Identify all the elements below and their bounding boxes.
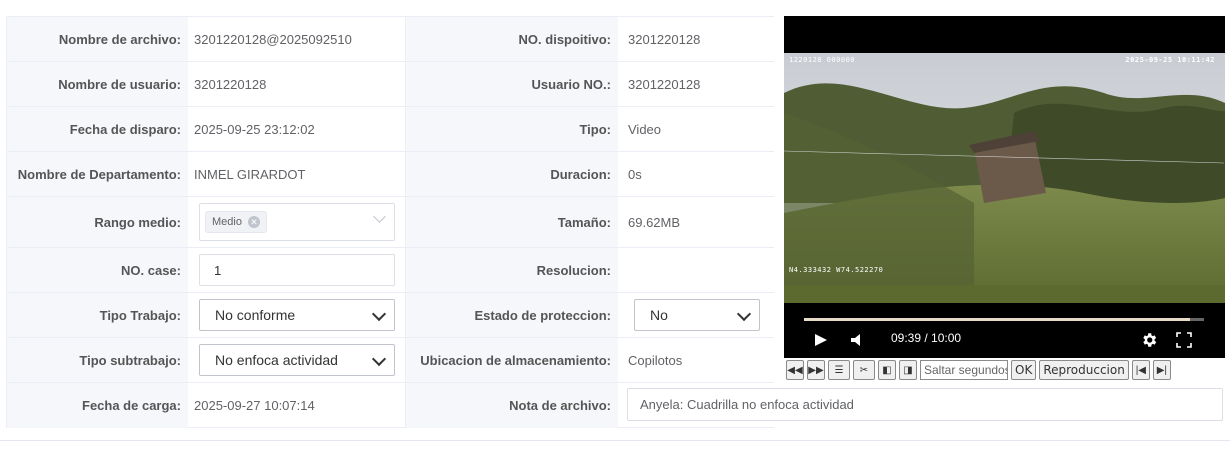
label-file-note: Nota de archivo: — [406, 383, 618, 428]
detail-row: NO. case: 1 Resolucion: — [7, 248, 774, 293]
value-trigger-date: 2025-09-25 23:12:02 — [188, 107, 406, 151]
detail-row: Tipo subtrabajo: No enfoca actividad Ubi… — [7, 338, 774, 383]
fast-forward-icon[interactable]: ▶▶ — [807, 360, 825, 380]
medium-range-tag: Medio ✕ — [205, 211, 267, 233]
case-no-input[interactable]: 1 — [199, 254, 395, 286]
detail-row: Nombre de Departamento: INMEL GIRARDOT D… — [7, 152, 774, 197]
value-upload-date: 2025-09-27 10:07:14 — [188, 383, 406, 428]
value-type: Video — [628, 121, 662, 137]
label-resolution: Resolucion: — [406, 248, 618, 292]
work-type-value: No conforme — [215, 307, 296, 323]
work-subtype-cell: No enfoca actividad — [188, 338, 406, 382]
play-icon[interactable] — [814, 333, 828, 347]
osd-coordinates: N4.333432 W74.522270 — [789, 266, 884, 274]
detail-row: Fecha de disparo: 2025-09-25 23:12:02 Ti… — [7, 107, 774, 152]
settings-icon[interactable] — [1140, 331, 1158, 349]
label-work-subtype: Tipo subtrabajo: — [7, 338, 188, 382]
value-file-name: 3201220128@2025092510 — [188, 17, 406, 61]
video-controls: 09:39 / 10:00 — [784, 303, 1225, 358]
value-user-no: 3201220128 — [628, 76, 701, 92]
work-subtype-select[interactable]: No enfoca actividad — [199, 344, 395, 376]
playback-button[interactable]: Reproduccion — [1039, 360, 1129, 380]
video-player[interactable]: 1220128 000000 2025-09-25 10:11:42 N4.33… — [784, 16, 1225, 358]
rewind-icon[interactable]: ◀◀ — [786, 360, 804, 380]
value-device-no: 3201220128 — [628, 31, 701, 47]
medium-range-cell: Medio ✕ — [188, 197, 406, 247]
file-detail-grid: Nombre de archivo: 3201220128@2025092510… — [6, 16, 774, 428]
value-size: 69.62MB — [628, 214, 681, 230]
playback-toolbar: ◀◀ ▶▶ ☰ ✂ ◧ ◨ Saltar segundos OK Reprodu… — [786, 360, 1226, 380]
label-user-name: Nombre de usuario: — [7, 62, 188, 106]
detail-row: Nombre de archivo: 3201220128@2025092510… — [7, 17, 774, 62]
fullscreen-icon[interactable] — [1176, 332, 1192, 348]
detail-row: Tipo Trabajo: No conforme Estado de prot… — [7, 293, 774, 338]
value-department: INMEL GIRARDOT — [188, 152, 406, 196]
label-protection-status: Estado de proteccion: — [406, 293, 618, 337]
work-type-select[interactable]: No conforme — [199, 299, 395, 331]
chevron-down-icon — [371, 351, 387, 367]
chevron-down-icon — [736, 306, 752, 322]
value-resolution — [618, 248, 774, 292]
video-time: 09:39 / 10:00 — [891, 331, 962, 345]
close-icon[interactable]: ✕ — [247, 216, 260, 228]
ok-button[interactable]: OK — [1011, 360, 1037, 380]
file-note-input[interactable]: Anyela: Cuadrilla no enfoca actividad — [627, 388, 1223, 421]
seek-seconds-input[interactable]: Saltar segundos — [920, 360, 1008, 380]
work-type-cell: No conforme — [188, 293, 406, 337]
medium-range-select[interactable]: Medio ✕ — [199, 203, 395, 241]
skip-start-icon[interactable]: |◀ — [1131, 360, 1150, 380]
label-department: Nombre de Departamento: — [7, 152, 188, 196]
label-medium-range: Rango medio: — [7, 197, 188, 247]
label-user-no: Usuario NO.: — [406, 62, 618, 106]
list-icon[interactable]: ☰ — [828, 360, 850, 380]
scissors-icon[interactable]: ✂ — [853, 360, 875, 380]
detail-row: Rango medio: Medio ✕ Tamaño: 69.62MB — [7, 197, 774, 248]
value-storage-location: Copilotos — [628, 352, 683, 368]
label-file-name: Nombre de archivo: — [7, 17, 188, 61]
label-device-no: NO. dispoitivo: — [406, 17, 618, 61]
value-duration: 0s — [628, 166, 642, 182]
volume-icon[interactable] — [850, 333, 864, 347]
chevron-down-icon — [373, 210, 386, 223]
osd-device: 1220128 000000 — [789, 56, 856, 64]
work-subtype-value: No enfoca actividad — [215, 352, 338, 368]
skip-end-icon[interactable]: ▶| — [1152, 360, 1171, 380]
prev-frame-icon[interactable]: ◧ — [878, 360, 896, 380]
label-trigger-date: Fecha de disparo: — [7, 107, 188, 151]
label-work-type: Tipo Trabajo: — [7, 293, 188, 337]
label-duration: Duracion: — [406, 152, 618, 196]
label-size: Tamaño: — [406, 197, 618, 247]
next-frame-icon[interactable]: ◨ — [899, 360, 917, 380]
protection-status-value: No — [650, 307, 668, 323]
protection-status-cell: No — [618, 293, 774, 337]
tag-label: Medio — [212, 216, 242, 228]
value-user-name: 3201220128 — [188, 62, 406, 106]
label-type: Tipo: — [406, 107, 618, 151]
label-storage-location: Ubicacion de almacenamiento: — [406, 338, 618, 382]
detail-row: Nombre de usuario: 3201220128 Usuario NO… — [7, 62, 774, 107]
osd-timestamp: 2025-09-25 10:11:42 — [1125, 56, 1215, 64]
label-upload-date: Fecha de carga: — [7, 383, 188, 428]
chevron-down-icon — [371, 306, 387, 322]
case-no-cell: 1 — [188, 248, 406, 292]
divider — [0, 440, 1230, 441]
label-case-no: NO. case: — [7, 248, 188, 292]
protection-status-select[interactable]: No — [634, 299, 760, 331]
video-progress-bar[interactable] — [804, 318, 1204, 321]
